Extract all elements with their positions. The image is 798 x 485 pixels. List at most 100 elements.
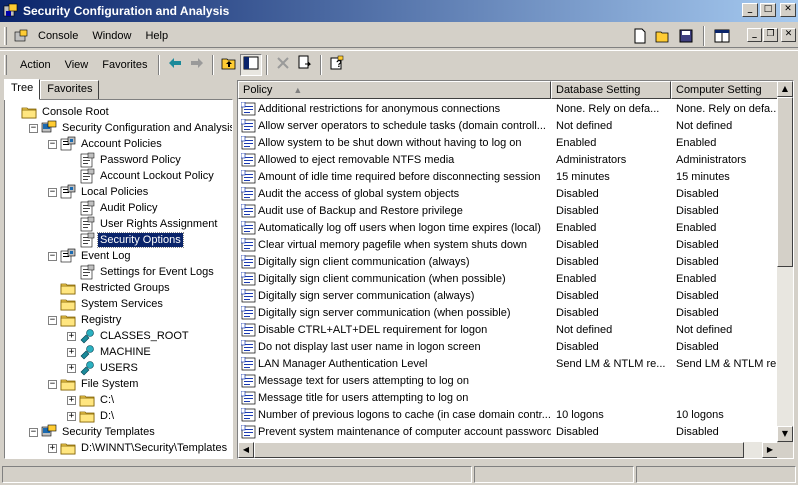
tree-item-local-policies[interactable]: Local Policies [60,184,150,200]
collapse-toggle[interactable]: − [48,188,57,197]
title-bar[interactable]: Security Configuration and Analysis _ □ … [0,0,798,22]
mdi-minimize-button[interactable]: _ [747,28,762,42]
tree-item-classes-root[interactable]: CLASSES_ROOT [79,328,191,344]
tree-item-file-system[interactable]: File System [60,376,140,392]
toolbar-grip[interactable] [4,54,7,75]
scroll-right-button[interactable]: ▶ [762,442,778,458]
tree-item-settings-for-event-logs[interactable]: Settings for Event Logs [79,264,216,280]
help-button[interactable]: ? [326,54,348,76]
horizontal-scroll-thumb[interactable] [254,442,744,458]
mdi-restore-button[interactable]: ❐ [763,28,778,42]
new-document-icon[interactable] [630,26,650,46]
table-row[interactable]: Additional restrictions for anonymous co… [238,100,776,117]
table-row[interactable]: Allow system to be shut down without hav… [238,134,776,151]
tab-favorites[interactable]: Favorites [40,80,100,100]
table-row[interactable]: Digitally sign client communication (alw… [238,253,776,270]
collapse-toggle[interactable]: − [48,316,57,325]
up-one-level-button[interactable] [218,54,240,76]
vertical-scrollbar[interactable]: ▲ ▼ [777,81,793,442]
tree-item-system-services[interactable]: System Services [60,296,165,312]
tree-item-event-log[interactable]: Event Log [60,248,133,264]
column-header-database-setting[interactable]: Database Setting [551,81,671,99]
mdi-close-button[interactable]: ✕ [781,28,796,42]
new-window-icon[interactable] [712,26,732,46]
minimize-button[interactable]: _ [742,3,758,17]
table-row[interactable]: LAN Manager Authentication Level Send LM … [238,355,776,372]
tree-item-account-lockout-policy[interactable]: Account Lockout Policy [79,168,216,184]
table-row[interactable]: Allowed to eject removable NTFS media Adm… [238,151,776,168]
close-button[interactable]: ✕ [780,3,796,17]
open-folder-icon[interactable] [653,26,673,46]
mmc-app-icon[interactable] [3,3,19,19]
collapse-toggle[interactable]: − [29,124,38,133]
expand-toggle[interactable]: + [67,332,76,341]
menu-action[interactable]: Action [13,57,58,73]
delete-button[interactable] [272,54,294,76]
console-tree[interactable]: Console Root Security Configuration and A… [4,99,233,459]
expand-toggle[interactable]: + [67,348,76,357]
tree-item-security-options[interactable]: Security Options [79,232,184,248]
tree-item-templates-path[interactable]: D:\WINNT\Security\Templates [60,440,229,456]
table-row[interactable]: Audit use of Backup and Restore privileg… [238,202,776,219]
back-button[interactable] [164,54,186,76]
column-header-computer-setting[interactable]: Computer Setting [671,81,778,99]
tab-tree[interactable]: Tree [4,79,41,100]
horizontal-scrollbar[interactable]: ◀ ▶ [238,442,778,458]
scroll-down-button[interactable]: ▼ [777,426,793,442]
cell-database-setting: Disabled [556,187,599,200]
table-row[interactable]: Message text for users attempting to log… [238,372,776,389]
tree-item-users[interactable]: USERS [79,360,140,376]
collapse-toggle[interactable]: − [29,428,38,437]
tree-item-security-configuration-and-analysis[interactable]: Security Configuration and Analysis [41,120,232,136]
table-row[interactable]: Prevent system maintenance of computer a… [238,423,776,440]
collapse-toggle[interactable]: − [48,252,57,261]
table-row[interactable]: Message title for users attempting to lo… [238,389,776,406]
tree-item-drive-c[interactable]: C:\ [79,392,116,408]
table-row[interactable]: Do not display last user name in logon s… [238,338,776,355]
table-row[interactable]: Automatically log off users when logon t… [238,219,776,236]
collapse-toggle[interactable]: − [48,380,57,389]
show-hide-tree-button[interactable] [240,53,263,76]
scroll-up-button[interactable]: ▲ [777,81,793,97]
table-row[interactable]: Clear virtual memory pagefile when syste… [238,236,776,253]
menu-window[interactable]: Window [85,28,138,44]
column-header-policy[interactable]: Policy ▲ [238,81,551,99]
tree-item-password-policy[interactable]: Password Policy [79,152,183,168]
collapse-toggle[interactable]: − [48,140,57,149]
table-row[interactable]: Digitally sign server communication (whe… [238,304,776,321]
menubar-grip[interactable] [4,26,7,45]
forward-button[interactable] [186,54,208,76]
result-pane[interactable]: Policy ▲ Database Setting Computer Setti… [237,80,794,459]
tree-item-restricted-groups[interactable]: Restricted Groups [60,280,172,296]
vertical-scroll-thumb[interactable] [777,97,793,267]
tree-item-registry[interactable]: Registry [60,312,123,328]
table-row[interactable]: Disable CTRL+ALT+DEL requirement for log… [238,321,776,338]
scroll-left-button[interactable]: ◀ [238,442,254,458]
table-row[interactable]: Digitally sign server communication (alw… [238,287,776,304]
expand-toggle[interactable]: + [67,412,76,421]
menu-console[interactable]: Console [31,28,85,44]
menu-favorites[interactable]: Favorites [95,57,154,73]
tree-item-audit-policy[interactable]: Audit Policy [79,200,159,216]
tree-item-account-policies[interactable]: Account Policies [60,136,164,152]
table-row[interactable]: Number of previous logons to cache (in c… [238,406,776,423]
expand-toggle[interactable]: + [67,396,76,405]
expand-toggle[interactable]: + [67,364,76,373]
tree-item-console-root[interactable]: Console Root [21,104,111,120]
tree-item-user-rights-assignment[interactable]: User Rights Assignment [79,216,219,232]
table-row[interactable]: Allow server operators to schedule tasks… [238,117,776,134]
save-icon[interactable] [676,26,696,46]
table-row[interactable]: Audit the access of global system object… [238,185,776,202]
tree-item-security-templates[interactable]: Security Templates [41,424,157,440]
menu-help[interactable]: Help [138,28,175,44]
table-row[interactable]: Amount of idle time required before disc… [238,168,776,185]
cell-database-setting: Disabled [556,204,599,217]
tree-item-drive-d[interactable]: D:\ [79,408,116,424]
maximize-button[interactable]: □ [760,3,776,17]
policy-name: Audit the access of global system object… [258,187,460,200]
expand-toggle[interactable]: + [48,444,57,453]
menu-view[interactable]: View [58,57,96,73]
table-row[interactable]: Digitally sign client communication (whe… [238,270,776,287]
export-list-button[interactable] [294,54,316,76]
tree-item-machine[interactable]: MACHINE [79,344,153,360]
